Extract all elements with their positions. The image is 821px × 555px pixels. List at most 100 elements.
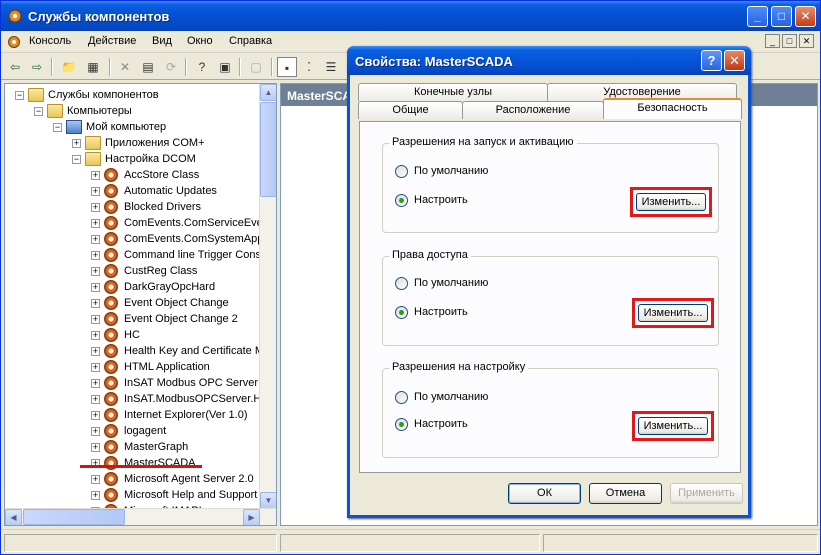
expand-icon[interactable]: +	[72, 139, 81, 148]
tree-item[interactable]: + Health Key and Certificate M	[5, 343, 264, 359]
access-edit-button[interactable]: Изменить...	[638, 304, 708, 322]
expand-icon[interactable]: +	[91, 299, 100, 308]
console-tree[interactable]: − Службы компонентов − Компьютеры − Мой компь…	[4, 83, 277, 526]
tree-item[interactable]: + AccStore Class	[5, 167, 260, 183]
scroll-right-button[interactable]: ▶	[243, 509, 260, 525]
list-view-icon[interactable]: ☰	[321, 57, 341, 77]
expand-icon[interactable]: +	[91, 203, 100, 212]
hscroll-thumb[interactable]	[23, 509, 125, 525]
forward-icon[interactable]: ⇨	[27, 57, 47, 77]
dialog-close-button[interactable]: ✕	[724, 50, 745, 71]
refresh-icon[interactable]: ⟳	[161, 57, 181, 77]
tree-item[interactable]: − Настройка DCOM	[5, 151, 260, 167]
tree-item[interactable]: + InSAT Modbus OPC Server D	[5, 375, 269, 391]
dialog-titlebar[interactable]: Свойства: MasterSCADA ? ✕	[347, 46, 751, 75]
show-tree-icon[interactable]: ▦	[83, 57, 103, 77]
expand-icon[interactable]: +	[91, 219, 100, 228]
scroll-down-button[interactable]: ▼	[260, 492, 276, 509]
large-icons-icon[interactable]: ▪	[277, 57, 297, 77]
tree-item[interactable]: + CustReg Class	[5, 263, 260, 279]
tree-item[interactable]: + Automatic Updates	[5, 183, 260, 199]
tree-item[interactable]: + MasterSCADA	[5, 455, 260, 471]
minimize-button[interactable]: _	[747, 6, 768, 27]
expand-icon[interactable]: +	[91, 427, 100, 436]
expand-icon[interactable]: +	[91, 363, 100, 372]
scroll-thumb[interactable]	[260, 102, 276, 197]
expand-icon[interactable]: +	[91, 475, 100, 484]
tab-endpoints[interactable]: Конечные узлы	[358, 83, 548, 101]
tree-item[interactable]: + MasterGraph	[5, 439, 260, 455]
menu-window[interactable]: Окно	[187, 35, 213, 47]
new-window-icon[interactable]: ▢	[246, 57, 266, 77]
tree-item[interactable]: − Мой компьютер	[5, 119, 260, 135]
expand-icon[interactable]: +	[91, 379, 100, 388]
close-button[interactable]: ✕	[795, 6, 816, 27]
config-edit-button[interactable]: Изменить...	[638, 417, 708, 435]
mdi-close-button[interactable]: ✕	[799, 34, 814, 48]
tree-vertical-scrollbar[interactable]: ▲ ▼	[259, 84, 276, 509]
tab-security[interactable]: Безопасность	[603, 98, 742, 119]
help-icon[interactable]: ?	[192, 57, 212, 77]
scroll-left-button[interactable]: ◀	[5, 509, 22, 525]
expand-icon[interactable]: +	[91, 251, 100, 260]
tree-item[interactable]: + HC	[5, 327, 260, 343]
collapse-icon[interactable]: −	[72, 155, 81, 164]
tab-general[interactable]: Общие	[358, 101, 463, 119]
radio-button[interactable]	[395, 391, 408, 404]
radio-button-checked[interactable]	[395, 418, 408, 431]
window-titlebar[interactable]: Службы компонентов _ □ ✕	[1, 1, 820, 31]
launch-edit-button[interactable]: Изменить...	[636, 193, 706, 211]
tree-item[interactable]: + HTML Application	[5, 359, 260, 375]
tree-item[interactable]: − Службы компонентов	[5, 87, 260, 103]
radio-button-checked[interactable]	[395, 306, 408, 319]
expand-icon[interactable]: +	[91, 171, 100, 180]
expand-icon[interactable]: +	[91, 283, 100, 292]
expand-icon[interactable]: +	[91, 443, 100, 452]
ok-button[interactable]: ОК	[508, 483, 581, 504]
collapse-icon[interactable]: −	[53, 123, 62, 132]
tree-item[interactable]: + Command line Trigger Consu	[5, 247, 267, 263]
mdi-minimize-button[interactable]: _	[765, 34, 780, 48]
tree-item[interactable]: + Event Object Change 2	[5, 311, 260, 327]
scroll-up-button[interactable]: ▲	[260, 84, 276, 101]
expand-icon[interactable]: +	[91, 235, 100, 244]
tree-item[interactable]: + Приложения COM+	[5, 135, 260, 151]
expand-icon[interactable]: +	[91, 315, 100, 324]
menu-action[interactable]: Действие	[88, 35, 136, 47]
tree-item[interactable]: + ComEvents.ComServiceEver	[5, 215, 266, 231]
expand-icon[interactable]: +	[91, 267, 100, 276]
collapse-icon[interactable]: −	[15, 91, 24, 100]
tree-item[interactable]: + Blocked Drivers	[5, 199, 260, 215]
up-folder-icon[interactable]: 📁	[59, 57, 79, 77]
small-icons-icon[interactable]: ⁚	[299, 57, 319, 77]
console-icon[interactable]	[6, 34, 22, 50]
menu-view[interactable]: Вид	[152, 35, 172, 47]
cancel-button[interactable]: Отмена	[589, 483, 662, 504]
tree-item[interactable]: + Microsoft Help and Support	[5, 487, 260, 503]
expand-icon[interactable]: +	[91, 331, 100, 340]
tree-item[interactable]: + Internet Explorer(Ver 1.0)	[5, 407, 260, 423]
expand-icon[interactable]: +	[91, 187, 100, 196]
expand-icon[interactable]: +	[91, 491, 100, 500]
radio-button[interactable]	[395, 165, 408, 178]
apply-button[interactable]: Применить	[670, 483, 743, 504]
menu-help[interactable]: Справка	[229, 35, 272, 47]
tab-location[interactable]: Расположение	[462, 101, 604, 119]
tree-item[interactable]: + ComEvents.ComSystemApp	[5, 231, 263, 247]
tree-item[interactable]: + logagent	[5, 423, 260, 439]
delete-icon[interactable]: ✕	[115, 57, 135, 77]
tree-item[interactable]: − Компьютеры	[5, 103, 260, 119]
radio-button-checked[interactable]	[395, 194, 408, 207]
maximize-button[interactable]: □	[771, 6, 792, 27]
mdi-restore-button[interactable]: □	[782, 34, 797, 48]
tree-item[interactable]: + Event Object Change	[5, 295, 260, 311]
dialog-help-button[interactable]: ?	[701, 50, 722, 71]
expand-icon[interactable]: +	[91, 411, 100, 420]
radio-button[interactable]	[395, 277, 408, 290]
tree-item[interactable]: + Microsoft Agent Server 2.0	[5, 471, 260, 487]
properties-icon[interactable]: ▤	[138, 57, 158, 77]
expand-icon[interactable]: +	[91, 347, 100, 356]
back-icon[interactable]: ⇦	[5, 57, 25, 77]
tree-horizontal-scrollbar[interactable]: ◀ ▶	[5, 508, 276, 525]
expand-icon[interactable]: +	[91, 395, 100, 404]
